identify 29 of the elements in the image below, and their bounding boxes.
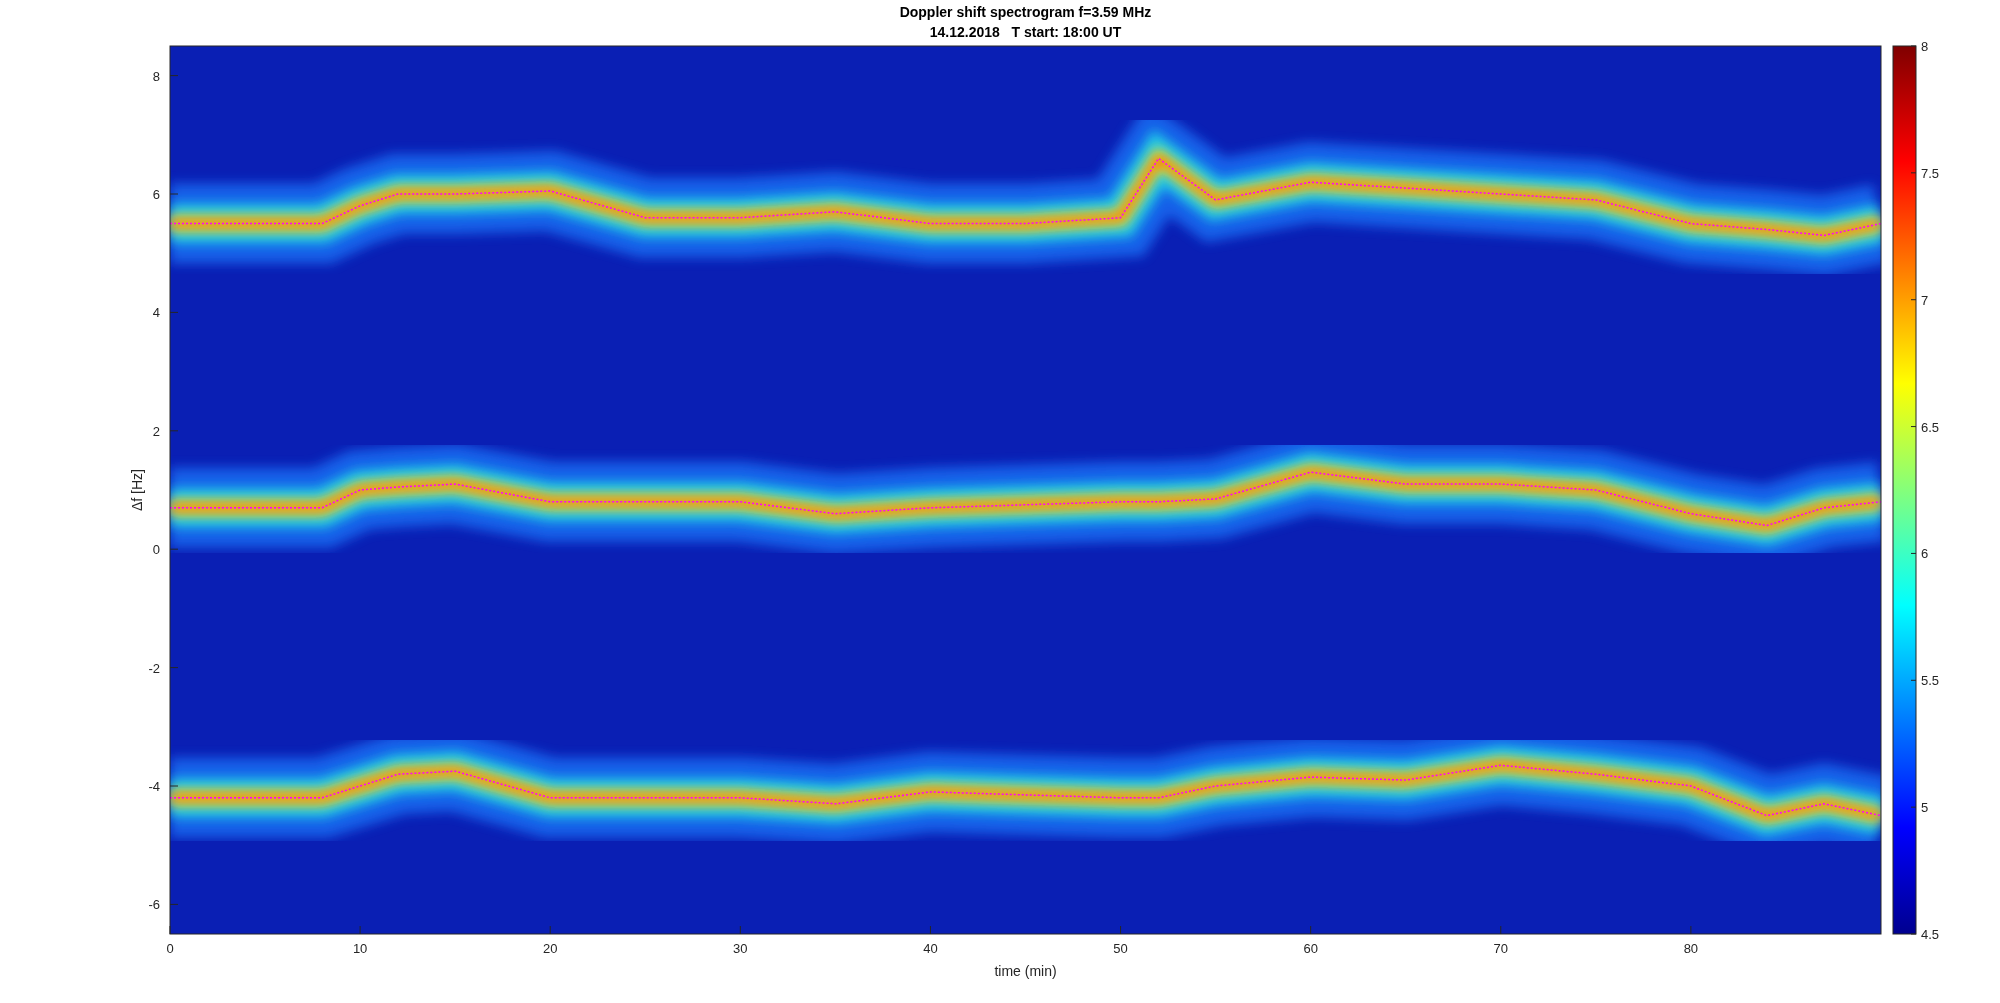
chart-title: Doppler shift spectrogram f=3.59 MHz <box>899 4 1152 20</box>
colorbar-tick-label: 5 <box>1921 800 1929 816</box>
tick-label: 70 <box>1493 941 1508 956</box>
tick-label: 10 <box>352 941 368 956</box>
tick-label: 80 <box>1683 941 1699 956</box>
tick-label: 40 <box>923 941 938 956</box>
tick-label: -2 <box>148 660 160 676</box>
tick-label: -6 <box>148 897 160 913</box>
tick-label: 4 <box>152 305 160 321</box>
colorbar-tick-label: 4.5 <box>1921 927 1940 942</box>
colorbar-tick-label: 5.5 <box>1921 673 1940 689</box>
tick-label: 20 <box>543 941 558 956</box>
colorbar-tick-label: 6.5 <box>1921 419 1940 435</box>
tick-label: 0 <box>152 542 160 558</box>
tick-label: 6 <box>152 187 160 202</box>
tick-label: 60 <box>1303 941 1318 956</box>
colorbar-tick-label: 6 <box>1921 546 1929 562</box>
tick-label: 0 <box>166 941 174 956</box>
tick-label: 30 <box>733 941 748 956</box>
tick-label: 2 <box>152 423 160 439</box>
tick-label: 8 <box>152 68 160 84</box>
colorbar-tick-label: 7 <box>1921 292 1929 308</box>
y-axis-label: Δf [Hz] <box>129 469 145 511</box>
colorbar-tick-label: 7.5 <box>1921 165 1940 181</box>
colorbar-tick-label: 8 <box>1921 39 1929 54</box>
x-axis-label: time (min) <box>994 963 1057 979</box>
tick-label: 50 <box>1113 941 1128 956</box>
chart-subtitle: 14.12.2018 T start: 18:00 UT <box>929 24 1122 40</box>
tick-label: -4 <box>148 779 160 794</box>
